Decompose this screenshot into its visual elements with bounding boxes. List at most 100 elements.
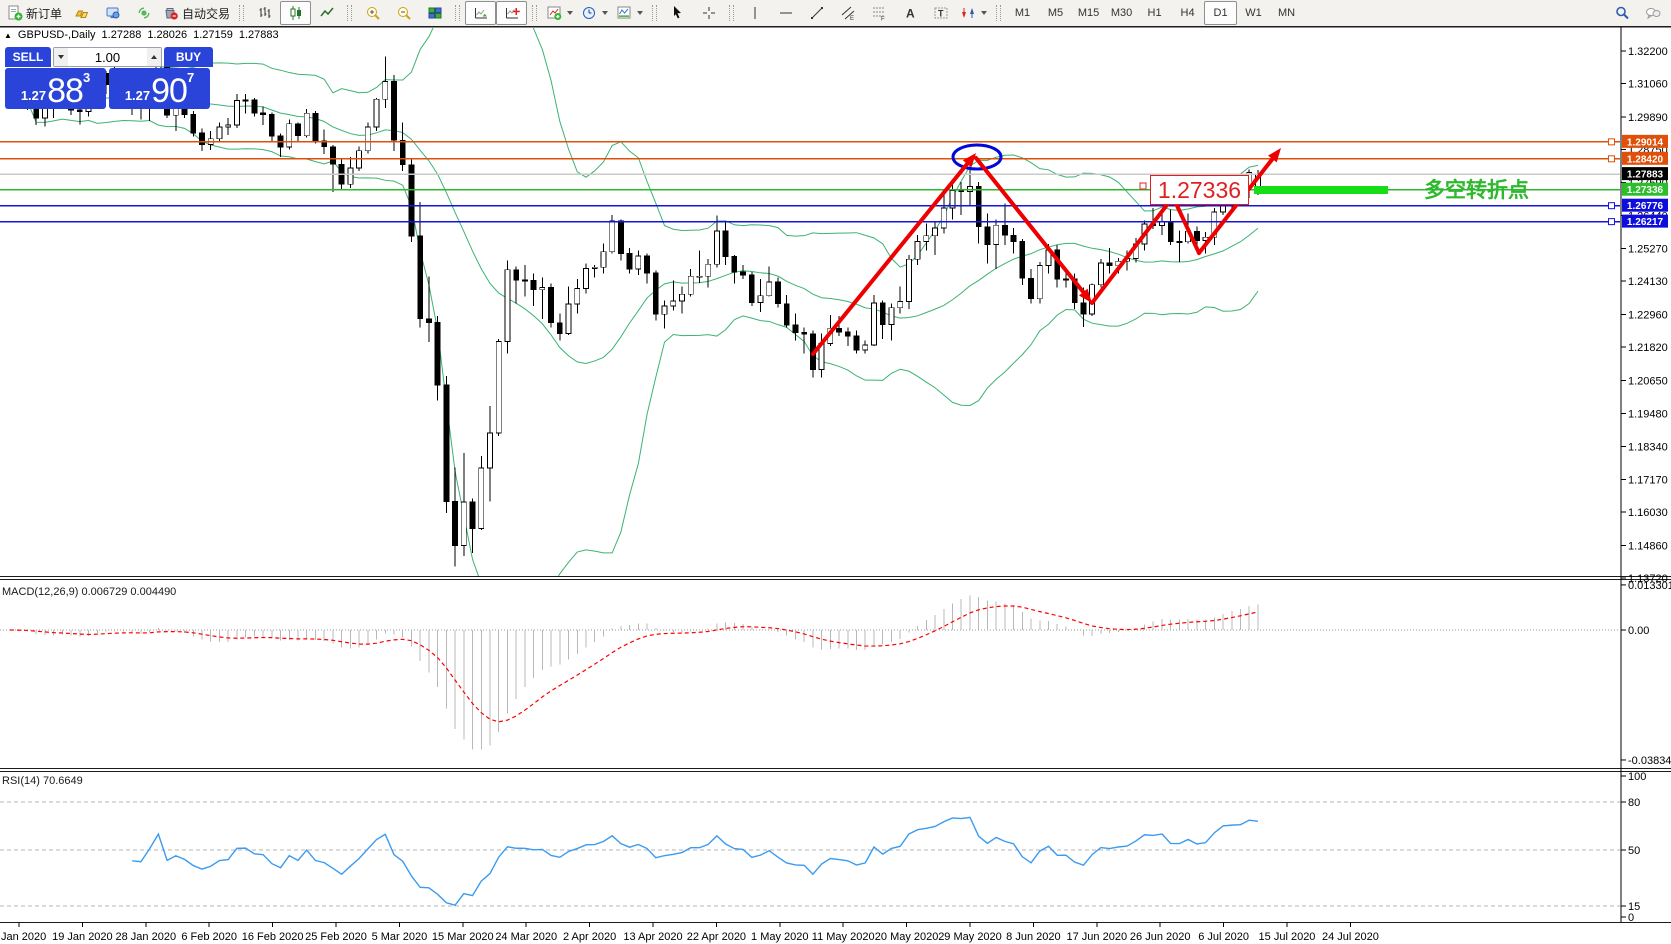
chat-icon [1645,5,1661,21]
signals-button[interactable] [128,1,159,25]
buy-price-button[interactable]: 1.27 90 7 [109,68,210,109]
candle-body [775,282,780,304]
candle-body [906,259,911,301]
templates-button[interactable] [612,1,647,25]
tf-mn-button[interactable]: MN [1270,1,1303,25]
market-watch-button[interactable] [66,1,97,25]
buy-button[interactable]: BUY [164,47,213,67]
candle-body [409,165,414,236]
price-badge-label: 1.27883 [1627,170,1664,181]
volume-increase-button[interactable] [147,48,161,66]
candle-body [671,301,676,306]
trendline-button[interactable] [801,1,832,25]
sell-button[interactable]: SELL [5,47,51,67]
volume-decrease-button[interactable] [54,48,68,66]
search-button[interactable] [1606,1,1637,25]
candle-body [967,186,972,191]
volume-field[interactable]: 1.00 [68,48,147,66]
date-tick-label: 5 Mar 2020 [372,931,428,943]
date-tick-label: 17 Jun 2020 [1067,931,1128,943]
tile-windows-button[interactable] [419,1,450,25]
fibo-icon: F [871,5,887,21]
rsi-value: 70.6649 [43,775,83,787]
indicators-button[interactable] [542,1,577,25]
trend-arrow-segment[interactable] [813,162,968,354]
price-callout-label[interactable]: 1.27336 [1150,175,1249,205]
callout-anchor-handle[interactable] [1140,183,1146,189]
collapse-icon[interactable]: ▲ [4,31,12,40]
crosshair-button[interactable] [693,1,724,25]
chart-header: ▲ GBPUSD-,Daily 1.27288 1.28026 1.27159 … [4,29,279,41]
candle-body [435,322,440,384]
candle-body [234,101,239,126]
candle-body [1011,235,1016,241]
equidistant-channel-button[interactable]: E [832,1,863,25]
candle-body [933,228,938,236]
fibonacci-button[interactable]: F [863,1,894,25]
auto-trading-button[interactable]: 自动交易 [159,1,234,25]
sell-price-button[interactable]: 1.27 88 3 [5,68,106,109]
macd-tick-label: 0.013301 [1628,580,1671,592]
tf-d1-button[interactable]: D1 [1204,1,1237,25]
rsi-name: RSI(14) [2,775,40,787]
indicators-icon [546,5,562,21]
text-button[interactable]: A [894,1,925,25]
autotrade-icon [163,5,179,21]
line-handle[interactable] [1609,219,1615,225]
arrows-button[interactable] [956,1,991,25]
chart-shift-button[interactable] [496,1,527,25]
candle-body [77,110,82,111]
chat-button[interactable] [1637,1,1668,25]
date-tick-label: 19 Jan 2020 [52,931,113,943]
line-handle[interactable] [1609,203,1615,209]
horizontal-line-button[interactable] [770,1,801,25]
toolbar-grip [239,5,244,21]
auto-scroll-button[interactable] [465,1,496,25]
tf-m5-button[interactable]: M5 [1039,1,1072,25]
candlestick-button[interactable] [280,1,311,25]
candle-body [653,273,658,314]
tf-m30-button[interactable]: M30 [1105,1,1138,25]
candle-body [514,270,519,280]
tf-m5-button-label: M5 [1048,7,1063,19]
price-chart-canvas[interactable]: 1.322001.310601.298901.287501.275901.264… [0,0,1671,944]
date-tick-label: 29 May 2020 [938,931,1002,943]
periods-button[interactable] [577,1,612,25]
bar-chart-icon [257,5,273,21]
candle-body [627,253,632,268]
candle-body [976,186,981,226]
turning-point-annotation[interactable]: 多空转折点 [1424,174,1529,204]
zoom-out-button[interactable] [388,1,419,25]
turning-point-highlight-bar[interactable] [1254,186,1388,194]
label-button[interactable]: T [925,1,956,25]
candle-body [618,221,623,254]
bar-chart-button[interactable] [249,1,280,25]
chevron-down-icon [637,11,643,15]
tf-m15-button[interactable]: M15 [1072,1,1105,25]
data-window-button[interactable] [97,1,128,25]
date-tick-label: 1 May 2020 [751,931,808,943]
trend-arrow-segment[interactable] [976,158,1085,294]
volume-increase-icon [151,55,157,59]
date-tick-label: 16 Feb 2020 [242,931,304,943]
tf-mn-button-label: MN [1278,7,1295,19]
tf-w1-button[interactable]: W1 [1237,1,1270,25]
line-handle[interactable] [1609,156,1615,162]
zoom-in-icon [365,5,381,21]
line-chart-button[interactable] [311,1,342,25]
cursor-icon [670,5,686,21]
chevron-down-icon [567,11,573,15]
candle-body [880,303,885,324]
line-handle[interactable] [1609,139,1615,145]
new-order-button[interactable]: 新订单 [3,1,66,25]
vertical-line-button[interactable] [739,1,770,25]
candle-body [313,113,318,141]
tf-m1-button[interactable]: M1 [1006,1,1039,25]
zoom-in-button[interactable] [357,1,388,25]
tf-h4-button[interactable]: H4 [1171,1,1204,25]
candle-body [365,127,370,151]
chartshift-icon [504,5,520,21]
tf-h1-button[interactable]: H1 [1138,1,1171,25]
price-tick-label: 1.14860 [1628,540,1668,552]
cursor-button[interactable] [662,1,693,25]
